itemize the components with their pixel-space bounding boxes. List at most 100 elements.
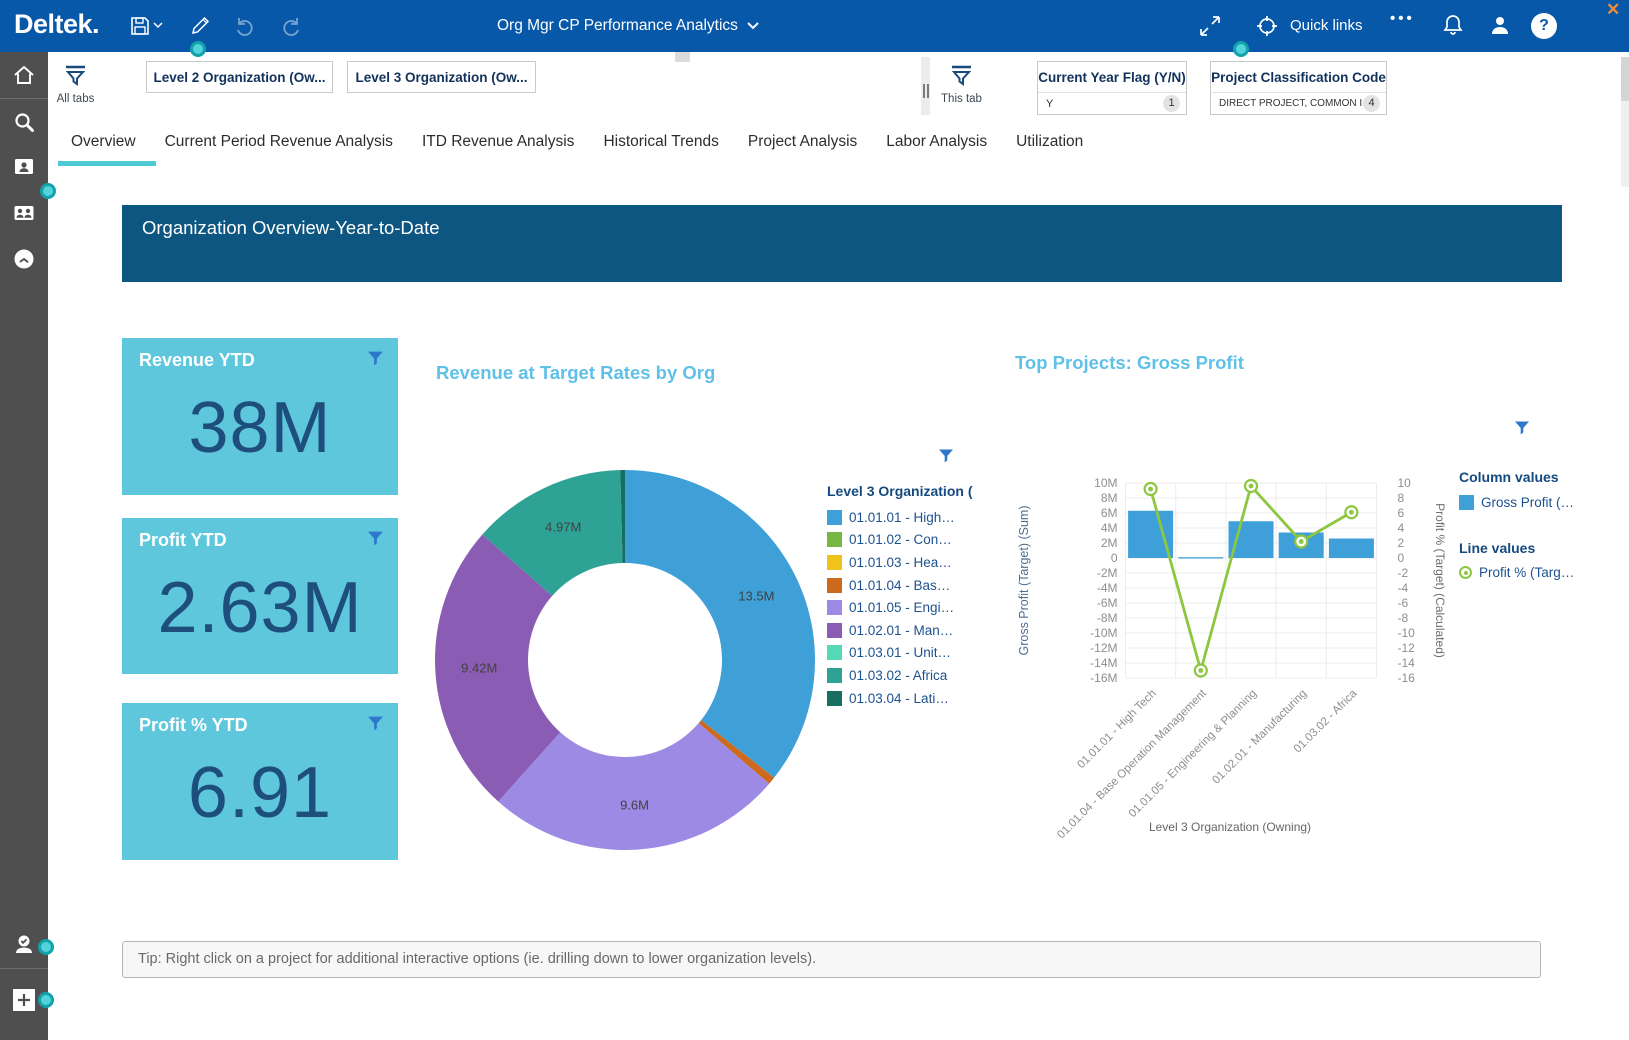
notifications-bell-icon[interactable] (1441, 13, 1465, 37)
legend-item[interactable]: 01.01.05 - Engi… (827, 596, 977, 619)
filter-value: DIRECT PROJECT, COMMON IN... (1219, 98, 1363, 109)
filter-current-year-flag[interactable]: Current Year Flag (Y/N) Y 1 (1037, 61, 1187, 115)
filter-chip-level2-org[interactable]: Level 2 Organization (Ow... (146, 61, 333, 93)
filter-icon[interactable] (367, 715, 384, 732)
legend-item[interactable]: Gross Profit (… (1459, 491, 1619, 514)
legend-label: 01.03.01 - Unit… (849, 645, 951, 660)
all-tabs-filter-icon[interactable] (62, 63, 89, 90)
history-clock-icon[interactable] (12, 247, 36, 271)
legend-label: Gross Profit (… (1481, 495, 1574, 510)
legend-item[interactable]: 01.01.02 - Con… (827, 529, 977, 552)
filter-scrollbar-thumb[interactable] (675, 52, 690, 62)
legend-line-marker (1459, 566, 1472, 579)
filter-icon[interactable] (1514, 420, 1530, 436)
line-marker-dot (1148, 487, 1153, 492)
divider-drag-handle[interactable] (923, 84, 925, 98)
tab-itd-revenue-analysis[interactable]: ITD Revenue Analysis (422, 133, 575, 151)
legend-title: Level 3 Organization ( (827, 483, 977, 499)
legend-label: 01.01.02 - Con… (849, 532, 952, 547)
annotation-dot (1233, 41, 1249, 57)
vertical-scrollbar[interactable] (1621, 57, 1629, 187)
filter-icon[interactable] (367, 530, 384, 547)
home-icon[interactable] (12, 63, 36, 87)
gross-profit-combo-chart[interactable]: 10M108M86M64M42M200-2M-2-4M-4-6M-6-8M-8-… (1000, 430, 1450, 870)
section-banner: Organization Overview-Year-to-Date (122, 205, 1562, 282)
legend-label: 01.02.01 - Man… (849, 623, 953, 638)
add-plus-button[interactable] (12, 988, 36, 1012)
revenue-donut-chart[interactable]: 13.5M9.6M9.42M4.97M (425, 450, 825, 860)
user-profile-icon[interactable] (1488, 13, 1512, 37)
legend-item[interactable]: 01.03.04 - Lati… (827, 687, 977, 710)
right-axis-tick: -10 (1398, 626, 1416, 640)
filter-icon[interactable] (367, 350, 384, 367)
quick-links-button[interactable]: Quick links (1290, 17, 1363, 34)
filter-icon[interactable] (938, 448, 954, 464)
help-icon[interactable]: ? (1531, 13, 1557, 39)
people-icon[interactable] (12, 201, 36, 225)
deltek-logo: Deltek. (14, 9, 99, 40)
more-options-icon[interactable]: ••• (1390, 10, 1415, 27)
edit-pencil-icon[interactable] (188, 14, 212, 38)
tab-historical-trends[interactable]: Historical Trends (603, 133, 718, 151)
right-axis-tick: -16 (1398, 671, 1416, 685)
bar[interactable] (1178, 557, 1223, 558)
kpi-card-profit-pct-ytd: Profit % YTD 6.91 (122, 703, 398, 860)
approvals-person-check-icon[interactable] (12, 933, 36, 957)
redo-icon[interactable] (279, 14, 303, 38)
tab-overview[interactable]: Overview (71, 133, 136, 151)
legend-item[interactable]: 01.01.04 - Bas… (827, 574, 977, 597)
right-axis-title: Profit % (Target) (Calculated) (1433, 503, 1447, 658)
kpi-label: Profit YTD (139, 530, 227, 551)
donut-slice[interactable] (625, 470, 815, 778)
bar[interactable] (1329, 539, 1374, 559)
right-axis-tick: -8 (1398, 611, 1409, 625)
legend-label: 01.03.04 - Lati… (849, 691, 949, 706)
legend-item[interactable]: Profit % (Targ… (1459, 562, 1619, 585)
combo-legend: Column values Gross Profit (… Line value… (1459, 469, 1619, 584)
kpi-value: 2.63M (122, 551, 398, 674)
legend-item[interactable]: 01.01.03 - Hea… (827, 551, 977, 574)
legend-item[interactable]: 01.03.01 - Unit… (827, 642, 977, 665)
left-axis-tick: 8M (1101, 491, 1118, 505)
line-marker-dot (1198, 668, 1203, 673)
employee-badge-icon[interactable] (12, 155, 36, 179)
filter-chip-level3-org[interactable]: Level 3 Organization (Ow... (347, 61, 536, 93)
left-axis-tick: 10M (1094, 476, 1117, 490)
filter-chip-label: Level 3 Organization (Ow... (355, 70, 527, 85)
left-axis-tick: -12M (1090, 641, 1117, 655)
right-axis-tick: -12 (1398, 641, 1416, 655)
left-axis-tick: 0 (1111, 551, 1118, 565)
search-icon[interactable] (12, 110, 36, 134)
dashboard-title[interactable]: Org Mgr CP Performance Analytics (497, 17, 759, 35)
legend-item[interactable]: 01.02.01 - Man… (827, 619, 977, 642)
tab-utilization[interactable]: Utilization (1016, 133, 1083, 151)
annotation-dot (38, 939, 54, 955)
filter-section-divider[interactable] (921, 57, 930, 115)
undo-icon[interactable] (233, 14, 257, 38)
vertical-scrollbar-thumb[interactable] (1621, 57, 1629, 101)
legend-swatch (827, 555, 842, 570)
tab-project-analysis[interactable]: Project Analysis (748, 133, 857, 151)
left-axis-tick: -6M (1097, 596, 1118, 610)
right-axis-tick: 2 (1398, 536, 1405, 550)
section-banner-title: Organization Overview-Year-to-Date (142, 217, 440, 238)
save-icon[interactable] (128, 14, 152, 38)
save-chevron-icon[interactable] (153, 22, 163, 30)
tab-current-period-revenue-analysis[interactable]: Current Period Revenue Analysis (165, 133, 393, 151)
filter-title: Project Classification Code (1211, 62, 1386, 92)
legend-swatch (827, 578, 842, 593)
right-axis-tick: 10 (1398, 476, 1412, 490)
legend-item[interactable]: 01.01.01 - High… (827, 506, 977, 529)
legend-item[interactable]: 01.03.02 - Africa (827, 664, 977, 687)
expand-icon[interactable] (1198, 14, 1222, 38)
this-tab-filter-icon[interactable] (948, 63, 975, 90)
close-icon[interactable]: ✕ (1606, 0, 1620, 20)
quick-links-target-icon[interactable] (1255, 14, 1279, 38)
filter-project-classification[interactable]: Project Classification Code DIRECT PROJE… (1210, 61, 1387, 115)
tab-labor-analysis[interactable]: Labor Analysis (886, 133, 987, 151)
slice-value-label: 4.97M (545, 520, 581, 535)
legend-column-header: Column values (1459, 469, 1619, 485)
tip-bar: Tip: Right click on a project for additi… (122, 941, 1541, 978)
all-tabs-label: All tabs (48, 93, 103, 105)
left-axis-tick: -4M (1097, 581, 1118, 595)
